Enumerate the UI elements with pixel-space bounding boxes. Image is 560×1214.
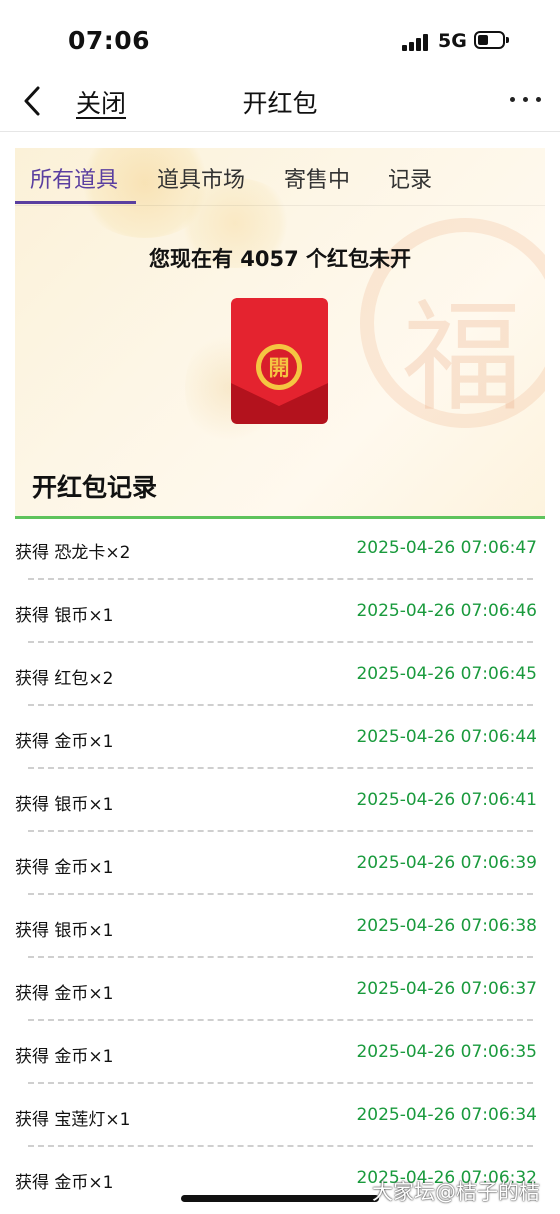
record-label: 获得 宝莲灯×1	[15, 1110, 131, 1130]
hongbao-panel: 福 所有道具 道具市场 寄售中 记录 您现在有 4057 个红包未开 開 开红包…	[15, 148, 545, 518]
status-bar: 07:06 5G	[0, 0, 560, 75]
active-tab-indicator	[15, 201, 136, 204]
record-time: 2025-04-26 07:06:44	[356, 727, 537, 747]
record-label: 获得 银币×1	[15, 921, 114, 941]
tab-bar: 所有道具 道具市场 寄售中 记录	[15, 148, 545, 206]
record-time: 2025-04-26 07:06:47	[356, 538, 537, 558]
record-label: 获得 恐龙卡×2	[15, 543, 131, 563]
fu-glyph: 福	[402, 289, 522, 428]
status-time: 07:06	[68, 26, 151, 55]
signal-icon	[402, 34, 432, 51]
record-time: 2025-04-26 07:06:39	[356, 853, 537, 873]
list-item: 获得 宝莲灯×1 2025-04-26 07:06:34	[15, 1086, 545, 1149]
record-time: 2025-04-26 07:06:46	[356, 601, 537, 621]
records-title: 开红包记录	[32, 473, 158, 502]
page-title: 开红包	[242, 89, 318, 118]
record-label: 获得 金币×1	[15, 984, 114, 1004]
tab-records[interactable]: 记录	[388, 162, 432, 194]
records-list: 获得 恐龙卡×2 2025-04-26 07:06:47 获得 银币×1 2025-…	[15, 519, 545, 1212]
nav-bar: 关闭 开红包	[0, 75, 560, 132]
record-time: 2025-04-26 07:06:34	[356, 1105, 537, 1125]
record-label: 获得 金币×1	[15, 1173, 114, 1193]
watermark: 大家坛@桔子的桔	[372, 1180, 540, 1204]
list-item: 获得 金币×1 2025-04-26 07:06:44	[15, 708, 545, 771]
tab-all-items[interactable]: 所有道具	[30, 162, 118, 194]
record-time: 2025-04-26 07:06:37	[356, 979, 537, 999]
home-indicator[interactable]	[181, 1195, 379, 1202]
record-time: 2025-04-26 07:06:45	[356, 664, 537, 684]
list-item: 获得 银币×1 2025-04-26 07:06:38	[15, 897, 545, 960]
more-dots-icon[interactable]	[510, 97, 542, 105]
record-time: 2025-04-26 07:06:41	[356, 790, 537, 810]
list-item: 获得 银币×1 2025-04-26 07:06:41	[15, 771, 545, 834]
list-item: 获得 红包×2 2025-04-26 07:06:45	[15, 645, 545, 708]
record-label: 获得 银币×1	[15, 795, 114, 815]
record-time: 2025-04-26 07:06:35	[356, 1042, 537, 1062]
envelope-open-char: 開	[269, 356, 290, 380]
battery-icon	[474, 31, 509, 49]
network-type: 5G	[438, 30, 467, 52]
tab-on-consignment[interactable]: 寄售中	[284, 162, 350, 194]
record-label: 获得 红包×2	[15, 669, 114, 689]
unopened-count-text: 您现在有 4057 个红包未开	[148, 247, 412, 271]
list-item: 获得 金币×1 2025-04-26 07:06:35	[15, 1023, 545, 1086]
record-label: 获得 银币×1	[15, 606, 114, 626]
list-item: 获得 恐龙卡×2 2025-04-26 07:06:47	[15, 519, 545, 582]
record-label: 获得 金币×1	[15, 858, 114, 878]
tab-item-market[interactable]: 道具市场	[157, 162, 245, 194]
record-label: 获得 金币×1	[15, 732, 114, 752]
red-envelope-button[interactable]: 開	[231, 298, 328, 424]
record-time: 2025-04-26 07:06:38	[356, 916, 537, 936]
list-item: 获得 银币×1 2025-04-26 07:06:46	[15, 582, 545, 645]
list-item: 获得 金币×1 2025-04-26 07:06:39	[15, 834, 545, 897]
record-label: 获得 金币×1	[15, 1047, 114, 1067]
list-item: 获得 金币×1 2025-04-26 07:06:37	[15, 960, 545, 1023]
